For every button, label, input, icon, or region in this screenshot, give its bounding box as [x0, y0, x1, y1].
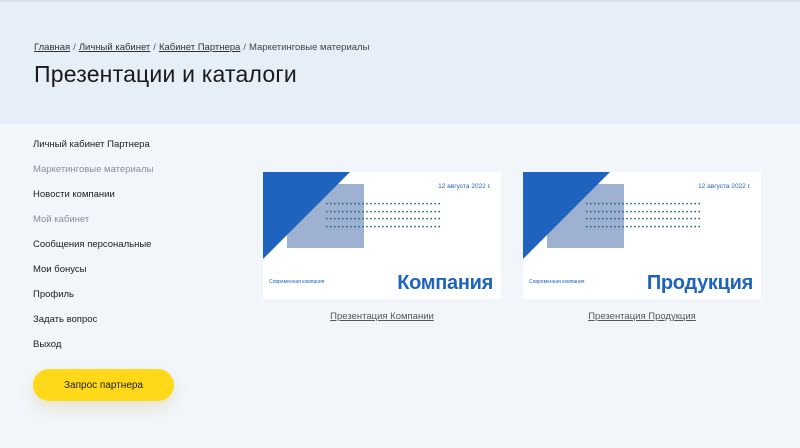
sidebar-menu: Личный кабинет Партнера Маркетинговые ма…	[33, 138, 223, 363]
sidebar-item-my-cabinet[interactable]: Мой кабинет	[33, 213, 223, 238]
sidebar-item-personal-messages[interactable]: Сообщения персональные	[33, 238, 223, 263]
sidebar-item-partner-account[interactable]: Личный кабинет Партнера	[33, 138, 223, 163]
thumbnail-dot-pattern: ••••••••••••••••••••••••••••• ••••••••••…	[585, 201, 702, 231]
thumbnail-brand: Современная компания	[529, 279, 585, 285]
thumbnail-date: 12 августа 2022 г.	[438, 183, 491, 190]
presentation-link[interactable]: Презентация Продукция	[523, 311, 761, 322]
sidebar-item-ask-question[interactable]: Задать вопрос	[33, 313, 223, 338]
breadcrumb: Главная / Личный кабинет / Кабинет Партнера /…	[34, 42, 369, 53]
presentation-link[interactable]: Презентация Компании	[263, 311, 501, 322]
thumbnail-title: Компания	[397, 272, 493, 294]
thumbnail-date: 12 августа 2022 г.	[698, 183, 751, 190]
presentation-thumbnail[interactable]: ••••••••••••••••••••••••••••• ••••••••••…	[523, 172, 761, 299]
partner-request-button[interactable]: Запрос партнера	[33, 369, 174, 401]
presentation-card-products: ••••••••••••••••••••••••••••• ••••••••••…	[523, 172, 761, 322]
sidebar-item-my-bonuses[interactable]: Мои бонусы	[33, 263, 223, 288]
breadcrumb-link-partner-cabinet[interactable]: Кабинет Партнера	[159, 42, 240, 53]
page-title: Презентации и каталоги	[34, 61, 297, 87]
sidebar-item-marketing-materials[interactable]: Маркетинговые материалы	[33, 163, 223, 188]
presentation-thumbnail[interactable]: ••••••••••••••••••••••••••••• ••••••••••…	[263, 172, 501, 299]
breadcrumb-separator: /	[153, 42, 156, 53]
breadcrumb-link-home[interactable]: Главная	[34, 42, 70, 53]
breadcrumb-current: Маркетинговые материалы	[248, 42, 370, 53]
thumbnail-brand: Современная компания	[269, 279, 325, 285]
thumbnail-title: Продукция	[646, 272, 753, 294]
sidebar-item-company-news[interactable]: Новости компании	[33, 188, 223, 213]
sidebar-item-logout[interactable]: Выход	[33, 338, 223, 363]
thumbnail-dot-pattern: ••••••••••••••••••••••••••••• ••••••••••…	[325, 201, 442, 231]
breadcrumb-link-account[interactable]: Личный кабинет	[79, 42, 150, 53]
breadcrumb-separator: /	[73, 42, 76, 53]
presentation-card-company: ••••••••••••••••••••••••••••• ••••••••••…	[263, 172, 501, 322]
breadcrumb-separator: /	[243, 42, 246, 53]
sidebar-item-profile[interactable]: Профиль	[33, 288, 223, 313]
page-header: Главная / Личный кабинет / Кабинет Партнера /…	[0, 0, 800, 124]
